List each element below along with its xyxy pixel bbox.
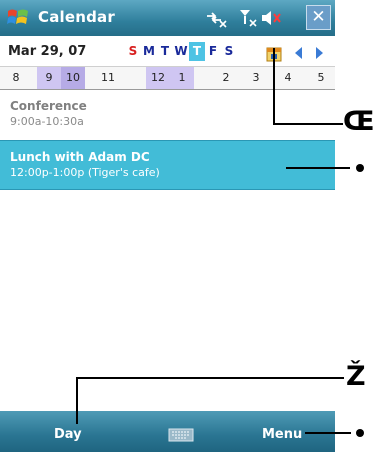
callout-line-day-horizontal — [76, 377, 344, 379]
date-header: Mar 29, 07 S M T W T F S — [0, 36, 335, 66]
appointment-title: Lunch with Adam DC — [10, 150, 150, 164]
weekday-tuesday[interactable]: T — [157, 42, 173, 61]
weekday-saturday[interactable]: S — [221, 42, 237, 61]
hour-4: 4 — [284, 71, 292, 84]
weekday-sunday[interactable]: S — [125, 42, 141, 61]
appointment-list: Conference 9:00a-10:30a Lunch with Adam … — [0, 90, 335, 190]
windows-start-icon[interactable] — [6, 7, 30, 29]
weekday-monday[interactable]: M — [141, 42, 157, 61]
hour-5: 5 — [317, 71, 325, 84]
hour-3: 3 — [252, 71, 260, 84]
callout-line-menu — [305, 432, 351, 434]
volume-icon[interactable] — [260, 8, 282, 28]
callout-dot-appointment — [356, 164, 364, 172]
appointment-time: 9:00a-10:30a — [10, 115, 84, 128]
day-softkey[interactable]: Day — [54, 427, 82, 442]
hour-9: 9 — [37, 67, 61, 89]
appointment-item[interactable]: Conference 9:00a-10:30a — [0, 90, 335, 140]
title-bar: Calendar ✕ — [0, 0, 335, 36]
weekday-wednesday[interactable]: W — [173, 42, 189, 61]
appointment-title: Conference — [10, 99, 87, 113]
app-title: Calendar — [38, 8, 115, 26]
menu-softkey[interactable]: Menu — [262, 427, 302, 442]
callout-dot-menu — [356, 429, 364, 437]
callout-label-day: Ž — [346, 361, 366, 392]
callout-line-day-vertical — [76, 378, 78, 424]
hour-1: 1 — [170, 67, 194, 89]
hour-11: 11 — [101, 71, 115, 84]
current-date[interactable]: Mar 29, 07 — [8, 44, 86, 59]
close-button[interactable]: ✕ — [306, 5, 331, 30]
callout-label-today: Œ — [343, 106, 375, 137]
hour-12: 12 — [146, 67, 170, 89]
previous-week-icon[interactable] — [293, 46, 303, 60]
callout-line-today-horizontal — [273, 123, 343, 125]
pocket-pc-screen: Calendar ✕ Mar 29, 07 S M T W T F S 8 9 … — [0, 0, 335, 452]
weekday-thursday-today[interactable]: T — [189, 42, 205, 61]
keyboard-icon[interactable] — [168, 428, 194, 442]
callout-line-appointment — [286, 167, 350, 169]
softkey-bar: Day Menu — [0, 411, 335, 452]
callout-line-today-vertical — [273, 48, 275, 125]
connectivity-icon[interactable] — [205, 8, 229, 28]
hour-10: 10 — [61, 67, 85, 89]
day-hour-strip[interactable]: 8 9 10 11 12 1 2 3 4 5 — [0, 66, 335, 90]
weekday-friday[interactable]: F — [205, 42, 221, 61]
hour-2: 2 — [222, 71, 230, 84]
week-day-selector: S M T W T F S — [125, 42, 237, 62]
next-week-icon[interactable] — [315, 46, 325, 60]
signal-icon[interactable] — [238, 8, 258, 28]
appointment-item-selected[interactable]: Lunch with Adam DC 12:00p-1:00p (Tiger's… — [0, 140, 335, 190]
hour-8: 8 — [12, 71, 20, 84]
